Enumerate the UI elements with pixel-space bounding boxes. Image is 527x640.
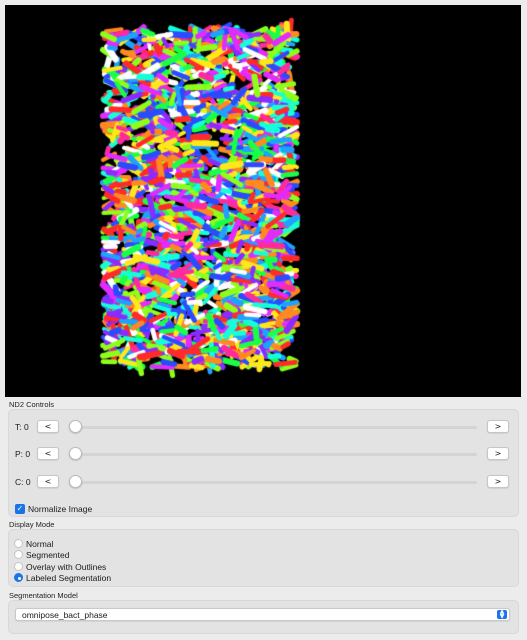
t-label: T: 0	[15, 422, 29, 432]
radio-labeled-segmentation[interactable]	[14, 573, 23, 582]
radio-overlay-label: Overlay with Outlines	[26, 562, 107, 572]
radio-segmented[interactable]	[14, 550, 23, 559]
c-label: C: 0	[15, 477, 31, 487]
display-mode-group: Normal Segmented Overlay with Outlines L…	[8, 529, 519, 587]
display-mode-title: Display Mode	[9, 520, 55, 529]
segmentation-model-title: Segmentation Model	[9, 591, 78, 600]
normalize-image-checkbox[interactable]: ✓	[15, 504, 25, 514]
radio-normal[interactable]	[14, 539, 23, 548]
t-slider-row: T: 0 < >	[9, 420, 518, 434]
arrow-down-glyph: ▼	[499, 612, 505, 620]
normalize-image-label: Normalize Image	[28, 504, 93, 514]
c-slider-track[interactable]	[70, 481, 477, 484]
p-slider-row: P: 0 < >	[9, 447, 518, 461]
chevron-updown-icon[interactable]: ▲ ▼	[497, 609, 507, 620]
c-next-button[interactable]: >	[487, 475, 509, 488]
c-prev-button[interactable]: <	[37, 475, 59, 488]
radio-overlay[interactable]	[14, 562, 23, 571]
c-slider-handle[interactable]	[69, 475, 82, 488]
radio-segmented-label: Segmented	[26, 550, 70, 560]
radio-normal-label: Normal	[26, 539, 54, 549]
segmentation-model-value: omnipose_bact_phase	[22, 610, 108, 620]
t-next-button[interactable]: >	[487, 420, 509, 433]
image-viewer[interactable]	[5, 5, 521, 397]
p-prev-button[interactable]: <	[37, 447, 59, 460]
segmentation-model-group: omnipose_bact_phase ▲ ▼	[8, 600, 519, 634]
t-slider-handle[interactable]	[69, 420, 82, 433]
p-next-button[interactable]: >	[487, 447, 509, 460]
c-slider-row: C: 0 < >	[9, 475, 518, 489]
segmentation-model-select[interactable]: omnipose_bact_phase ▲ ▼	[15, 608, 510, 621]
t-prev-button[interactable]: <	[37, 420, 59, 433]
nd2-controls-group: T: 0 < > P: 0 < > C: 0 < > ✓ Normalize I…	[8, 409, 519, 517]
p-slider-handle[interactable]	[69, 447, 82, 460]
radio-labeled-label: Labeled Segmentation	[26, 573, 112, 583]
segmentation-image	[5, 5, 521, 397]
t-slider-track[interactable]	[70, 426, 477, 429]
p-label: P: 0	[15, 449, 31, 459]
nd2-controls-title: ND2 Controls	[9, 400, 55, 409]
p-slider-track[interactable]	[70, 453, 477, 456]
